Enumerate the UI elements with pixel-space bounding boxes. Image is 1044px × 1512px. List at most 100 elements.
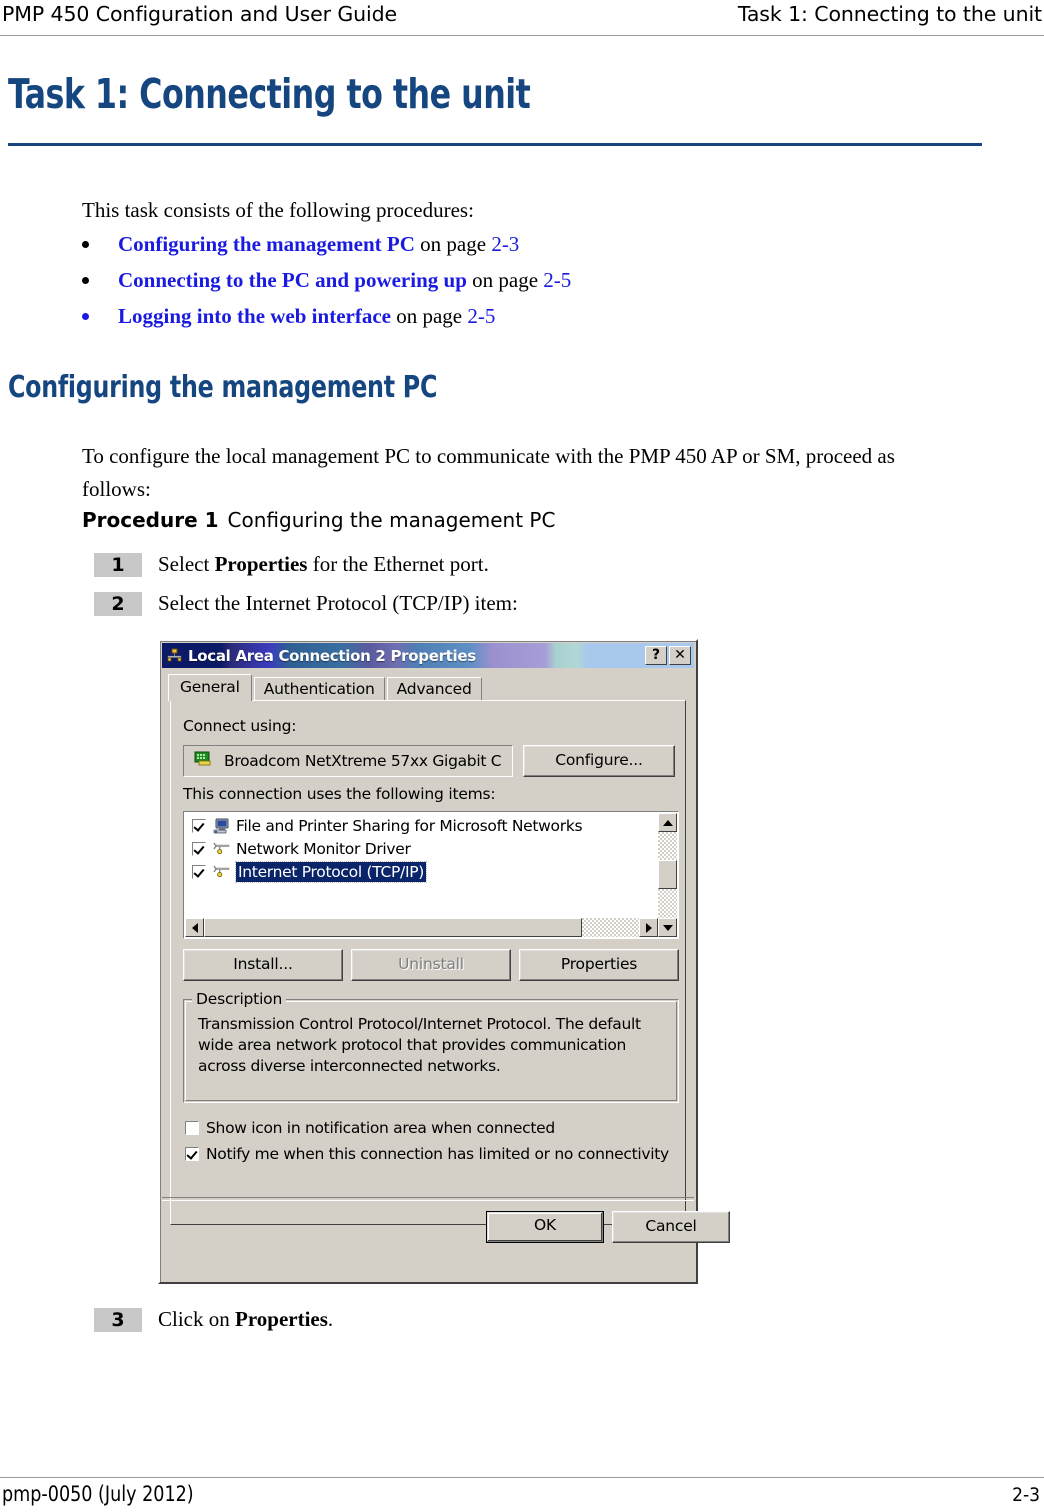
- network-connection-icon: [166, 647, 183, 664]
- list-item-label-selected: Internet Protocol (TCP/IP): [234, 860, 428, 883]
- ok-button-label: OK: [534, 1216, 556, 1234]
- bullet-page-number[interactable]: 2-5: [543, 268, 571, 292]
- scroll-track-lower[interactable]: [658, 889, 677, 918]
- close-icon[interactable]: ✕: [669, 646, 691, 665]
- install-button[interactable]: Install...: [183, 949, 343, 981]
- step-text-pre: Select the Internet Protocol (TCP/IP) it…: [158, 591, 518, 615]
- description-text: Transmission Control Protocol/Internet P…: [198, 1015, 641, 1075]
- procedures-bullet-list: Configuring the management PC on page 2-…: [82, 232, 882, 340]
- show-icon-label: Show icon in notification area when conn…: [206, 1119, 555, 1137]
- chevron-left-icon: [191, 922, 198, 933]
- item-checkbox[interactable]: [192, 864, 206, 879]
- section-paragraph: To configure the local management PC to …: [82, 444, 895, 501]
- adapter-field: Broadcom NetXtreme 57xx Gigabit C: [183, 745, 513, 777]
- items-label: This connection uses the following items…: [183, 785, 496, 803]
- list-item[interactable]: Network Monitor Driver: [186, 837, 638, 860]
- listbox-horizontal-scrollbar[interactable]: [185, 918, 658, 937]
- bullet-mid-text: on page: [390, 304, 468, 328]
- help-button[interactable]: ?: [645, 646, 667, 665]
- item-checkbox[interactable]: [192, 818, 206, 833]
- step-text: Select Properties for the Ethernet port.: [158, 552, 489, 577]
- footer-page-number: 2-3: [1012, 1484, 1040, 1506]
- description-groupbox: Description Transmission Control Protoco…: [183, 990, 679, 1103]
- list-item-label: File and Printer Sharing for Microsoft N…: [236, 816, 583, 835]
- hscroll-thumb[interactable]: [204, 918, 582, 937]
- procedure-caption: Procedure 1 Configuring the management PC: [82, 508, 555, 532]
- step-text-post: .: [327, 1307, 334, 1331]
- notify-label: Notify me when this connection has limit…: [206, 1145, 669, 1163]
- properties-button[interactable]: Properties: [519, 949, 679, 981]
- install-button-label: Install...: [233, 955, 293, 973]
- network-items-listbox[interactable]: File and Printer Sharing for Microsoft N…: [183, 811, 679, 939]
- step-text-pre: Click on: [158, 1307, 235, 1331]
- bullet-text: Connecting to the PC and powering up on …: [118, 268, 571, 293]
- procedure-title: Configuring the management PC: [227, 508, 556, 532]
- adapter-name: Broadcom NetXtreme 57xx Gigabit C: [224, 752, 502, 770]
- dialog-tabstrip: General Authentication Advanced: [168, 674, 686, 701]
- page-title-rule: [8, 143, 982, 146]
- show-icon-checkbox[interactable]: [185, 1121, 199, 1135]
- scroll-right-button[interactable]: [639, 918, 658, 937]
- link-logging-into-web-interface[interactable]: Logging into the web interface: [118, 304, 391, 328]
- tab-advanced[interactable]: Advanced: [386, 677, 482, 701]
- link-connecting-to-pc[interactable]: Connecting to the PC and powering up: [118, 268, 467, 292]
- intro-paragraph: This task consists of the following proc…: [82, 198, 474, 222]
- bullet-page-number[interactable]: 2-5: [467, 304, 495, 328]
- procedure-number: Procedure 1: [82, 508, 219, 532]
- list-item[interactable]: File and Printer Sharing for Microsoft N…: [186, 814, 638, 837]
- bullet-dot-icon: [82, 241, 89, 248]
- scroll-up-button[interactable]: [658, 813, 677, 832]
- step-number-badge: 2: [94, 592, 142, 616]
- scroll-thumb[interactable]: [658, 860, 677, 889]
- header-section-title: Task 1: Connecting to the unit: [737, 2, 1042, 26]
- hscroll-track[interactable]: [582, 918, 639, 937]
- configure-button-label: Configure...: [555, 751, 643, 769]
- protocol-icon: [213, 864, 231, 880]
- footer-document-id: pmp-0050 (July 2012): [2, 1482, 194, 1506]
- uninstall-button: Uninstall: [351, 949, 511, 981]
- step-text-pre: Select: [158, 552, 215, 576]
- bullet-mid-text: on page: [466, 268, 544, 292]
- header-document-title: PMP 450 Configuration and User Guide: [2, 2, 398, 26]
- show-icon-checkbox-row[interactable]: Show icon in notification area when conn…: [185, 1119, 555, 1137]
- scroll-down-button[interactable]: [658, 918, 677, 937]
- bullet-page-number[interactable]: 2-3: [491, 232, 519, 256]
- step-text-bold: Properties: [235, 1307, 328, 1331]
- list-item: Connecting to the PC and powering up on …: [82, 268, 882, 304]
- notify-checkbox-row[interactable]: Notify me when this connection has limit…: [185, 1145, 669, 1163]
- properties-button-label: Properties: [560, 955, 638, 973]
- link-configuring-management-pc[interactable]: Configuring the management PC: [118, 232, 415, 256]
- footer-divider: [0, 1477, 1044, 1478]
- step-text: Select the Internet Protocol (TCP/IP) it…: [158, 591, 518, 616]
- cancel-button[interactable]: Cancel: [612, 1211, 730, 1243]
- step-number-badge: 1: [94, 553, 142, 577]
- ok-button[interactable]: OK: [486, 1211, 604, 1243]
- tab-authentication[interactable]: Authentication: [253, 677, 385, 701]
- step-text-post: for the Ethernet port.: [307, 552, 489, 576]
- chevron-right-icon: [645, 922, 652, 933]
- listbox-vertical-scrollbar[interactable]: [658, 813, 677, 937]
- list-item[interactable]: Internet Protocol (TCP/IP): [186, 860, 638, 883]
- network-adapter-icon: [194, 751, 214, 771]
- chevron-up-icon: [662, 819, 673, 826]
- notify-checkbox[interactable]: [185, 1147, 199, 1161]
- item-checkbox[interactable]: [192, 841, 206, 856]
- bullet-mid-text: on page: [414, 232, 492, 256]
- dialog-titlebar[interactable]: Local Area Connection 2 Properties ? ✕: [162, 643, 694, 668]
- description-legend: Description: [192, 990, 287, 1008]
- local-area-connection-properties-dialog[interactable]: Local Area Connection 2 Properties ? ✕ G…: [158, 639, 730, 1284]
- dialog-footer-divider: [162, 1197, 694, 1201]
- general-tab-panel: Connect using: Broadcom NetXtreme 57xx G…: [170, 700, 686, 1225]
- scroll-left-button[interactable]: [185, 918, 204, 937]
- tab-general[interactable]: General: [168, 674, 252, 701]
- connect-using-label: Connect using:: [183, 717, 297, 735]
- page-title: Task 1: Connecting to the unit: [8, 70, 531, 118]
- configure-button[interactable]: Configure...: [523, 745, 675, 777]
- list-item: Configuring the management PC on page 2-…: [82, 232, 882, 268]
- scroll-track-upper[interactable]: [658, 832, 677, 860]
- bullet-text: Configuring the management PC on page 2-…: [118, 232, 519, 257]
- cancel-button-label: Cancel: [645, 1217, 697, 1235]
- chevron-down-icon: [662, 924, 673, 931]
- bullet-dot-icon: [82, 313, 89, 320]
- dialog-title: Local Area Connection 2 Properties: [188, 646, 476, 665]
